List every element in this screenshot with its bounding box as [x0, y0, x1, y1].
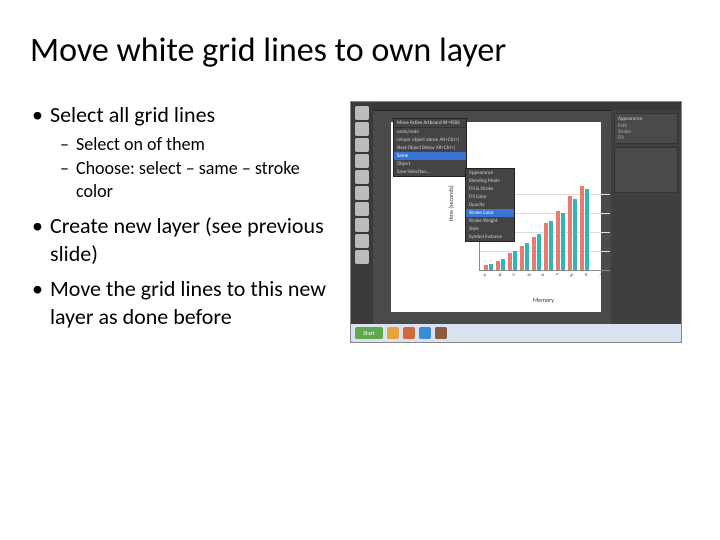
- bar: [544, 223, 548, 271]
- tool-icon[interactable]: [355, 186, 369, 200]
- text-column: Select all grid lines Select on of them …: [30, 101, 330, 343]
- bar: [501, 259, 505, 270]
- tool-icon[interactable]: [355, 138, 369, 152]
- bullet-list: Select all grid lines Select on of them …: [30, 101, 330, 330]
- context-menu: Move Active Artboard W=4506 undo/redo re…: [393, 118, 467, 177]
- sub-bullet-1: Select on of them: [60, 133, 330, 156]
- tool-icon[interactable]: [355, 154, 369, 168]
- menu-title: Move Active Artboard W=4506: [394, 119, 466, 128]
- x-tick-label: i: [597, 272, 601, 276]
- menu-item-object[interactable]: Object: [394, 160, 466, 168]
- bar: [520, 246, 524, 270]
- x-tick-label: h: [583, 272, 587, 276]
- sub-bullet-2: Choose: select – same – stroke color: [60, 157, 330, 202]
- x-tick-label: a: [482, 272, 486, 276]
- context-submenu: Appearance Blending Mode Fill & Stroke F…: [465, 168, 515, 242]
- slide-title: Move white grid lines to own layer: [30, 30, 690, 71]
- x-tick-label: d: [525, 272, 529, 276]
- submenu-item[interactable]: Fill & Stroke: [466, 185, 514, 193]
- tool-palette: [351, 102, 373, 343]
- bullet-1: Select all grid lines Select on of them …: [30, 101, 330, 202]
- tool-icon[interactable]: [355, 170, 369, 184]
- panel-row: Fill: [618, 135, 674, 141]
- submenu-item[interactable]: Blending Mode: [466, 177, 514, 185]
- layers-panel: [614, 147, 678, 193]
- bar: [556, 211, 560, 270]
- menu-item[interactable]: Next Object Below Alt+Ctrl+[: [394, 144, 466, 152]
- sub-list-1: Select on of them Choose: select – same …: [60, 133, 330, 203]
- start-button[interactable]: Start: [355, 327, 383, 339]
- bar: [484, 265, 488, 270]
- bar: [585, 189, 589, 270]
- bar: [537, 234, 541, 270]
- x-axis-label: Memory: [533, 296, 554, 304]
- menu-item[interactable]: relayer object above Alt+Ctrl+]: [394, 136, 466, 144]
- bullet-2: Create new layer (see previous slide): [30, 212, 330, 267]
- slide: Move white grid lines to own layer Selec…: [0, 0, 720, 540]
- submenu-item[interactable]: Symbol Instance: [466, 233, 514, 241]
- bar: [496, 261, 500, 271]
- menu-item[interactable]: Save Selection...: [394, 168, 466, 176]
- bullet-3: Move the grid lines to this new layer as…: [30, 275, 330, 330]
- bar: [561, 213, 565, 270]
- illustrator-screenshot: time (seconds) abcdefghi Memory readOrde…: [350, 101, 682, 343]
- tool-icon[interactable]: [355, 122, 369, 136]
- bar: [525, 243, 529, 270]
- menu-item-same[interactable]: Same: [394, 152, 466, 160]
- tool-icon[interactable]: [355, 234, 369, 248]
- x-tick-label: f: [554, 272, 558, 276]
- tool-icon[interactable]: [355, 218, 369, 232]
- x-tick-label: g: [569, 272, 573, 276]
- x-tick-label: e: [540, 272, 544, 276]
- bar: [580, 186, 584, 270]
- bar: [489, 264, 493, 270]
- bar: [508, 253, 512, 270]
- content-row: Select all grid lines Select on of them …: [30, 101, 690, 343]
- taskbar-icon[interactable]: [419, 327, 431, 339]
- bar: [568, 196, 572, 270]
- y-axis-label: time (seconds): [447, 185, 455, 221]
- submenu-item[interactable]: Fill Color: [466, 193, 514, 201]
- panel-header: Appearance: [618, 116, 674, 122]
- submenu-item[interactable]: Stroke Weight: [466, 217, 514, 225]
- x-tick-label: b: [496, 272, 500, 276]
- taskbar-icon[interactable]: [435, 327, 447, 339]
- submenu-item-stroke-color[interactable]: Stroke Color: [466, 209, 514, 217]
- menu-item[interactable]: undo/redo: [394, 128, 466, 136]
- windows-taskbar: Start: [351, 324, 681, 342]
- taskbar-icon[interactable]: [403, 327, 415, 339]
- tool-icon[interactable]: [355, 202, 369, 216]
- taskbar-icon[interactable]: [387, 327, 399, 339]
- tool-icon[interactable]: [355, 106, 369, 120]
- submenu-item[interactable]: Opacity: [466, 201, 514, 209]
- tool-icon[interactable]: [355, 250, 369, 264]
- bar: [532, 237, 536, 270]
- x-tick-label: c: [511, 272, 515, 276]
- bar: [513, 251, 517, 270]
- submenu-item[interactable]: Appearance: [466, 169, 514, 177]
- bar: [549, 221, 553, 270]
- submenu-item[interactable]: Style: [466, 225, 514, 233]
- bullet-1-text: Select all grid lines: [50, 101, 215, 128]
- right-panel: Appearance Path Stroke Fill: [611, 110, 681, 324]
- bar: [573, 199, 577, 270]
- x-ticks: a b c d e f g h i: [479, 272, 609, 278]
- appearance-panel: Appearance Path Stroke Fill: [614, 113, 678, 144]
